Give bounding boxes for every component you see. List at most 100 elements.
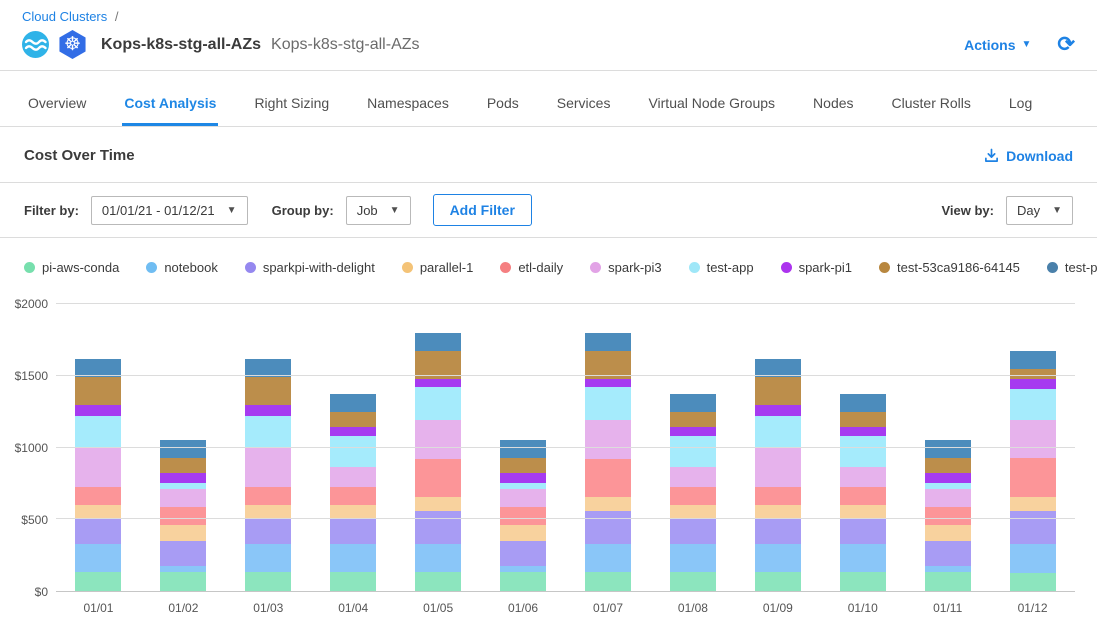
bar-segment-spark-pi1 xyxy=(415,379,461,387)
bar-column-01-11 xyxy=(905,304,990,591)
date-range-select[interactable]: 01/01/21 - 01/12/21 ▼ xyxy=(91,196,248,225)
tab-right-sizing[interactable]: Right Sizing xyxy=(252,85,331,126)
tab-cost-analysis[interactable]: Cost Analysis xyxy=(122,85,218,126)
bar-segment-test-53ca9186-64145 xyxy=(925,458,971,473)
legend-item-parallel-1[interactable]: parallel-1 xyxy=(402,260,473,275)
bar-segment-notebook xyxy=(245,544,291,573)
gridline xyxy=(56,303,1075,304)
x-tick-label: 01/10 xyxy=(820,592,905,615)
bar-segment-notebook xyxy=(415,544,461,573)
legend-item-notebook[interactable]: notebook xyxy=(146,260,218,275)
chevron-down-icon: ▼ xyxy=(227,205,237,216)
breadcrumb-cloud-clusters[interactable]: Cloud Clusters xyxy=(22,9,107,24)
legend-dot-icon xyxy=(879,262,890,273)
legend-item-spark-pi3[interactable]: spark-pi3 xyxy=(590,260,661,275)
bar-segment-spark-pi1 xyxy=(75,405,121,416)
bar-segment-test-pkix xyxy=(160,440,206,458)
group-by-select[interactable]: Job ▼ xyxy=(346,196,411,225)
bar-column-01-09 xyxy=(735,304,820,591)
bar-column-01-12 xyxy=(990,304,1075,591)
tab-pods[interactable]: Pods xyxy=(485,85,521,126)
bar-segment-pi-aws-conda xyxy=(755,572,801,591)
bar-segment-sparkpi-with-delight xyxy=(585,511,631,543)
bar-segment-sparkpi-with-delight xyxy=(245,518,291,544)
stacked-bar xyxy=(245,304,291,591)
tab-nodes[interactable]: Nodes xyxy=(811,85,855,126)
bar-segment-sparkpi-with-delight xyxy=(160,541,206,566)
stacked-bar xyxy=(330,304,376,591)
bar-segment-notebook xyxy=(755,544,801,573)
bar-segment-test-app xyxy=(75,416,121,448)
chevron-down-icon: ▼ xyxy=(1052,205,1062,216)
legend-label: notebook xyxy=(164,260,218,275)
bar-segment-test-app xyxy=(415,387,461,421)
legend-item-etl-daily[interactable]: etl-daily xyxy=(500,260,563,275)
bar-segment-test-pkix xyxy=(925,440,971,458)
chevron-down-icon: ▼ xyxy=(390,205,400,216)
legend-dot-icon xyxy=(24,262,35,273)
tab-cluster-rolls[interactable]: Cluster Rolls xyxy=(890,85,973,126)
bar-segment-pi-aws-conda xyxy=(670,572,716,591)
view-by-label: View by: xyxy=(941,203,994,218)
bar-segment-etl-daily xyxy=(500,507,546,525)
legend-item-test-53ca9186-64145[interactable]: test-53ca9186-64145 xyxy=(879,260,1020,275)
bar-segment-parallel-1 xyxy=(755,505,801,518)
bar-segment-spark-pi1 xyxy=(925,473,971,484)
bar-segment-pi-aws-conda xyxy=(840,572,886,591)
tab-services[interactable]: Services xyxy=(555,85,613,126)
stacked-bar xyxy=(670,304,716,591)
y-tick-label: $1500 xyxy=(15,369,48,383)
legend-item-sparkpi-with-delight[interactable]: sparkpi-with-delight xyxy=(245,260,375,275)
bar-segment-notebook xyxy=(670,544,716,573)
stacked-bar xyxy=(415,304,461,591)
bar-segment-parallel-1 xyxy=(330,505,376,518)
bar-column-01-02 xyxy=(141,304,226,591)
legend-item-test-pkix[interactable]: test-pkix xyxy=(1047,260,1097,275)
bar-segment-pi-aws-conda xyxy=(75,572,121,591)
refresh-icon[interactable]: ⟳ xyxy=(1057,34,1075,55)
download-button[interactable]: Download xyxy=(984,148,1073,164)
filter-bar: Filter by: 01/01/21 - 01/12/21 ▼ Group b… xyxy=(0,183,1097,237)
bar-segment-test-app xyxy=(585,387,631,421)
tab-log[interactable]: Log xyxy=(1007,85,1034,126)
x-tick-label: 01/09 xyxy=(735,592,820,615)
bar-segment-etl-daily xyxy=(330,487,376,505)
stacked-bar xyxy=(755,304,801,591)
filter-by-label: Filter by: xyxy=(24,203,79,218)
breadcrumb-separator: / xyxy=(115,9,119,24)
bar-column-01-04 xyxy=(311,304,396,591)
bar-segment-test-pkix xyxy=(415,333,461,352)
x-tick-label: 01/01 xyxy=(56,592,141,615)
legend-item-spark-pi1[interactable]: spark-pi1 xyxy=(781,260,852,275)
tab-virtual-node-groups[interactable]: Virtual Node Groups xyxy=(646,85,777,126)
view-by-select[interactable]: Day ▼ xyxy=(1006,196,1073,225)
legend-dot-icon xyxy=(781,262,792,273)
bar-segment-spark-pi3 xyxy=(755,448,801,487)
bar-segment-notebook xyxy=(1010,544,1056,573)
bar-column-01-07 xyxy=(566,304,651,591)
actions-button[interactable]: Actions ▼ xyxy=(964,37,1031,53)
bar-segment-spark-pi3 xyxy=(415,420,461,459)
header-divider xyxy=(0,70,1097,71)
legend-item-pi-aws-conda[interactable]: pi-aws-conda xyxy=(24,260,119,275)
stacked-bar xyxy=(160,304,206,591)
tab-namespaces[interactable]: Namespaces xyxy=(365,85,451,126)
bar-segment-spark-pi1 xyxy=(840,427,886,436)
bar-segment-parallel-1 xyxy=(840,505,886,518)
y-tick-label: $0 xyxy=(35,585,48,599)
bar-segment-spark-pi3 xyxy=(585,420,631,459)
bar-segment-parallel-1 xyxy=(415,497,461,511)
bar-segment-sparkpi-with-delight xyxy=(1010,511,1056,543)
x-tick-label: 01/03 xyxy=(226,592,311,615)
bar-column-01-06 xyxy=(481,304,566,591)
add-filter-button[interactable]: Add Filter xyxy=(433,194,532,226)
y-tick-label: $500 xyxy=(21,513,48,527)
tab-overview[interactable]: Overview xyxy=(26,85,88,126)
legend-item-test-app[interactable]: test-app xyxy=(689,260,754,275)
bar-segment-parallel-1 xyxy=(1010,497,1056,511)
bar-segment-etl-daily xyxy=(75,487,121,505)
bar-segment-spark-pi3 xyxy=(925,489,971,507)
bar-segment-sparkpi-with-delight xyxy=(840,518,886,544)
bar-segment-spark-pi1 xyxy=(330,427,376,436)
bar-segment-test-app xyxy=(840,436,886,467)
